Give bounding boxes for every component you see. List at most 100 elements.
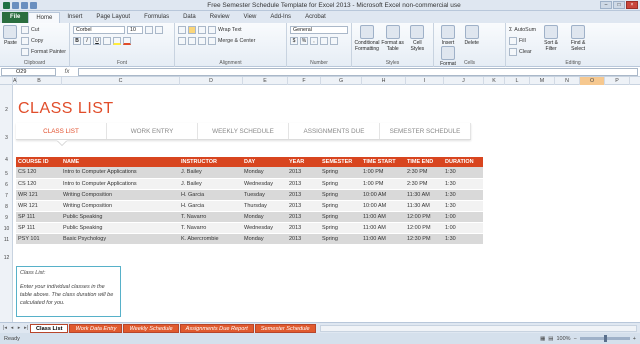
table-cell[interactable]: H. Garcia	[179, 200, 242, 212]
zoom-in-icon[interactable]: +	[633, 336, 636, 342]
table-cell[interactable]: 1:00 PM	[361, 167, 405, 179]
table-cell[interactable]: 1:00 PM	[361, 178, 405, 190]
redo-icon[interactable]	[30, 1, 37, 9]
align-center-icon[interactable]	[188, 37, 196, 45]
increase-decimal-icon[interactable]	[320, 37, 328, 45]
font-name-dropdown[interactable]: Corbel	[73, 26, 125, 34]
font-color-icon[interactable]	[123, 37, 131, 45]
table-cell[interactable]: T. Navarro	[179, 211, 242, 223]
sheet-tab-semester-schedule[interactable]: Semester Schedule	[254, 323, 316, 333]
font-size-dropdown[interactable]: 10	[127, 26, 143, 34]
table-cell[interactable]: WR 121	[16, 189, 61, 201]
shrink-font-icon[interactable]	[155, 26, 163, 34]
column-header[interactable]: H	[362, 77, 406, 85]
fill-button[interactable]: Fill	[519, 38, 526, 44]
nav-assignments-due[interactable]: ASSIGNMENTS DUE	[289, 123, 380, 139]
table-cell[interactable]: 11:30 AM	[405, 189, 443, 201]
row-header[interactable]: 6	[0, 182, 13, 188]
header-duration[interactable]: DURATION	[443, 157, 483, 167]
tab-home[interactable]: Home	[28, 12, 61, 23]
header-instructor[interactable]: INSTRUCTOR	[179, 157, 242, 167]
column-header[interactable]: F	[288, 77, 321, 85]
row-header[interactable]: 5	[0, 171, 13, 177]
table-cell[interactable]: Spring	[320, 211, 361, 223]
horizontal-scrollbar[interactable]	[319, 324, 637, 332]
tab-file[interactable]: File	[2, 12, 29, 23]
table-cell[interactable]: 2:30 PM	[405, 167, 443, 179]
sheet-tab-weekly-schedule[interactable]: Weekly Schedule	[123, 323, 179, 333]
table-cell[interactable]: Writing Composition	[61, 189, 179, 201]
column-header[interactable]: P	[605, 77, 630, 85]
align-bottom-icon[interactable]	[198, 26, 206, 34]
prev-sheet-icon[interactable]: ◂	[9, 325, 15, 332]
next-sheet-icon[interactable]: ▸	[16, 325, 22, 332]
zoom-slider[interactable]	[579, 335, 630, 342]
number-format-dropdown[interactable]: General	[290, 26, 348, 34]
table-cell[interactable]: Writing Composition	[61, 200, 179, 212]
currency-icon[interactable]: $	[290, 37, 298, 45]
normal-view-icon[interactable]: ▦	[540, 336, 545, 342]
table-cell[interactable]: SP 111	[16, 222, 61, 234]
save-icon[interactable]	[12, 1, 19, 9]
table-cell[interactable]: 10:00 AM	[361, 189, 405, 201]
table-cell[interactable]: Spring	[320, 233, 361, 245]
table-cell[interactable]: WR 121	[16, 200, 61, 212]
table-cell[interactable]: 1:30	[443, 233, 483, 245]
table-cell[interactable]: Spring	[320, 189, 361, 201]
row-header[interactable]: 12	[0, 255, 13, 261]
table-cell[interactable]: Intro to Computer Applications	[61, 178, 179, 190]
row-header[interactable]: 2	[0, 107, 13, 113]
sheet-tab-work-data-entry[interactable]: Work Data Entry	[69, 323, 123, 333]
tab-page-layout[interactable]: Page Layout	[89, 12, 137, 23]
column-header[interactable]: E	[243, 77, 288, 85]
column-header[interactable]: D	[180, 77, 243, 85]
table-cell[interactable]: CS 120	[16, 167, 61, 179]
table-cell[interactable]: 2013	[287, 211, 320, 223]
table-cell[interactable]: 1:30	[443, 200, 483, 212]
column-header[interactable]: G	[321, 77, 362, 85]
close-icon[interactable]: ×	[626, 1, 638, 9]
table-cell[interactable]: Monday	[242, 167, 287, 179]
table-cell[interactable]: K. Abercrombie	[179, 233, 242, 245]
table-cell[interactable]: 2013	[287, 178, 320, 190]
merge-center-button[interactable]: Merge & Center	[218, 38, 255, 44]
table-cell[interactable]: 12:00 PM	[405, 211, 443, 223]
row-header[interactable]: 4	[0, 157, 13, 163]
align-right-icon[interactable]	[198, 37, 206, 45]
align-top-icon[interactable]	[178, 26, 186, 34]
undo-icon[interactable]	[21, 1, 28, 9]
row-header[interactable]: 10	[0, 226, 13, 232]
tab-insert[interactable]: Insert	[60, 12, 89, 23]
clear-button[interactable]: Clear	[519, 49, 532, 55]
table-cell[interactable]: Spring	[320, 167, 361, 179]
header-day[interactable]: DAY	[242, 157, 287, 167]
tab-formulas[interactable]: Formulas	[137, 12, 176, 23]
table-cell[interactable]: Public Speaking	[61, 222, 179, 234]
underline-icon[interactable]: U	[93, 37, 101, 45]
nav-semester-schedule[interactable]: SEMESTER SCHEDULE	[380, 123, 471, 139]
table-cell[interactable]: Tuesday	[242, 189, 287, 201]
table-cell[interactable]: 2013	[287, 233, 320, 245]
table-cell[interactable]: Spring	[320, 222, 361, 234]
header-year[interactable]: YEAR	[287, 157, 320, 167]
sort-filter-button[interactable]: Sort & Filter	[539, 25, 563, 58]
delete-button[interactable]: Delete	[461, 25, 483, 46]
table-cell[interactable]: 1:00	[443, 222, 483, 234]
column-header[interactable]: K	[484, 77, 505, 85]
table-cell[interactable]: 2013	[287, 222, 320, 234]
sheet-tab-class-list[interactable]: Class List	[30, 323, 69, 333]
row-header[interactable]: 9	[0, 215, 13, 221]
tab-acrobat[interactable]: Acrobat	[298, 12, 333, 23]
tab-data[interactable]: Data	[176, 12, 203, 23]
nav-weekly-schedule[interactable]: WEEKLY SCHEDULE	[198, 123, 289, 139]
table-cell[interactable]: SP 111	[16, 211, 61, 223]
header-course-id[interactable]: COURSE ID	[16, 157, 61, 167]
bold-icon[interactable]: B	[73, 37, 81, 45]
wrap-text-button[interactable]: Wrap Text	[218, 27, 242, 33]
last-sheet-icon[interactable]: ▸|	[23, 325, 29, 332]
fx-icon[interactable]: fx	[56, 69, 78, 75]
borders-icon[interactable]	[103, 37, 111, 45]
table-cell[interactable]: 2013	[287, 167, 320, 179]
fill-color-icon[interactable]	[113, 37, 121, 45]
tab-add-ins[interactable]: Add-Ins	[263, 12, 298, 23]
